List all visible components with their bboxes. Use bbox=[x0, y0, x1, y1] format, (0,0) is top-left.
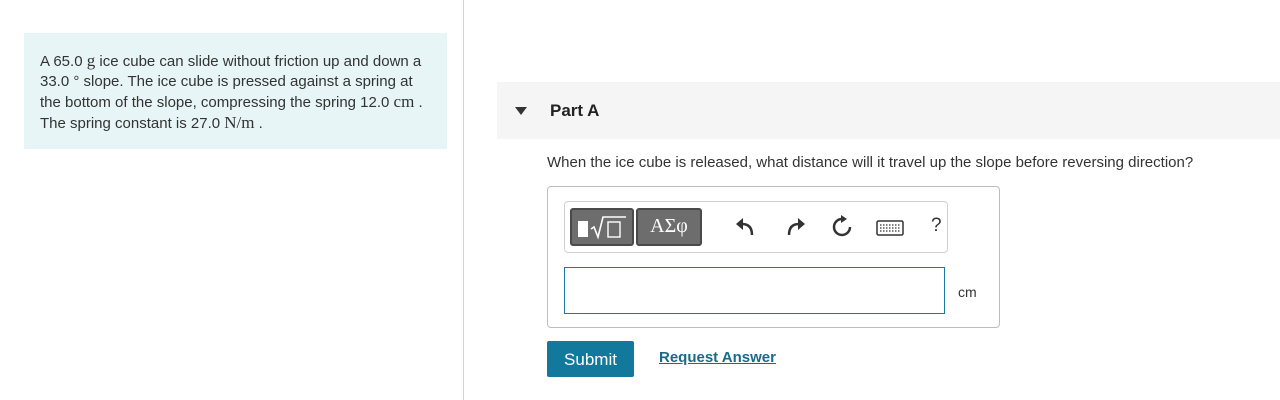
help-icon[interactable]: ? bbox=[931, 215, 942, 237]
problem-pane: A 65.0 g ice cube can slide without fric… bbox=[0, 0, 463, 400]
problem-text-2: ice cube can slide without friction up a… bbox=[40, 53, 422, 111]
reset-icon[interactable] bbox=[830, 215, 854, 239]
question-text: When the ice cube is released, what dist… bbox=[547, 154, 1194, 171]
unit-newtons-per-meter: N/m bbox=[224, 113, 255, 132]
question-pane: Part A When the ice cube is released, wh… bbox=[464, 0, 1280, 400]
math-toolbar: ΑΣφ ? bbox=[564, 201, 948, 253]
problem-text-4: . bbox=[254, 115, 263, 132]
undo-icon[interactable] bbox=[735, 217, 757, 237]
submit-button[interactable]: Submit bbox=[547, 341, 634, 377]
part-title: Part A bbox=[550, 101, 600, 120]
collapse-caret-icon[interactable] bbox=[515, 107, 527, 115]
redo-icon[interactable] bbox=[784, 217, 806, 237]
answer-area: ΑΣφ ? cm bbox=[547, 186, 1000, 328]
problem-text-1: A 65.0 bbox=[40, 53, 87, 70]
problem-statement: A 65.0 g ice cube can slide without fric… bbox=[24, 33, 447, 149]
request-answer-link[interactable]: Request Answer bbox=[659, 349, 776, 366]
templates-button[interactable] bbox=[570, 208, 634, 246]
greek-symbols-button[interactable]: ΑΣφ bbox=[636, 208, 702, 246]
keyboard-icon[interactable] bbox=[876, 219, 904, 237]
unit-grams: g bbox=[86, 51, 96, 70]
templates-icon bbox=[578, 216, 626, 240]
answer-unit: cm bbox=[958, 284, 977, 300]
part-a-header[interactable]: Part A bbox=[497, 82, 1280, 139]
unit-centimeters: cm bbox=[393, 92, 415, 111]
answer-input[interactable] bbox=[564, 267, 945, 314]
